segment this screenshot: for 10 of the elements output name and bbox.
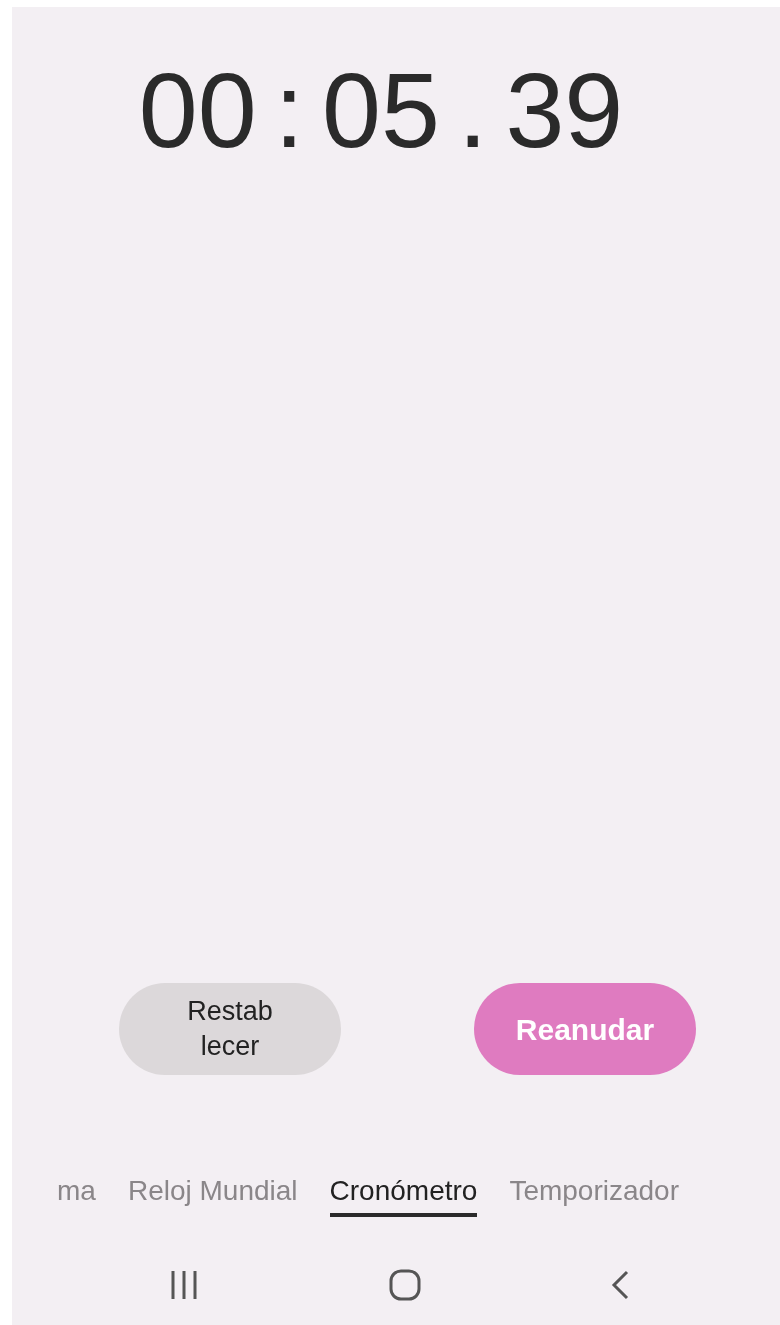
reset-button[interactable]: Restab lecer (119, 983, 341, 1075)
back-icon[interactable] (610, 1270, 630, 1300)
recent-apps-icon[interactable] (169, 1270, 199, 1300)
stopwatch-time: 00 : 05 . 39 (138, 50, 624, 171)
tab[interactable]: Reloj Mundial (127, 1175, 298, 1217)
home-icon[interactable] (388, 1269, 421, 1301)
tab[interactable]: ma (57, 1175, 96, 1217)
tab[interactable]: Cronómetro (329, 1175, 478, 1217)
tab[interactable]: Temporizador (509, 1175, 680, 1217)
resume-button[interactable]: Reanudar (474, 983, 696, 1075)
